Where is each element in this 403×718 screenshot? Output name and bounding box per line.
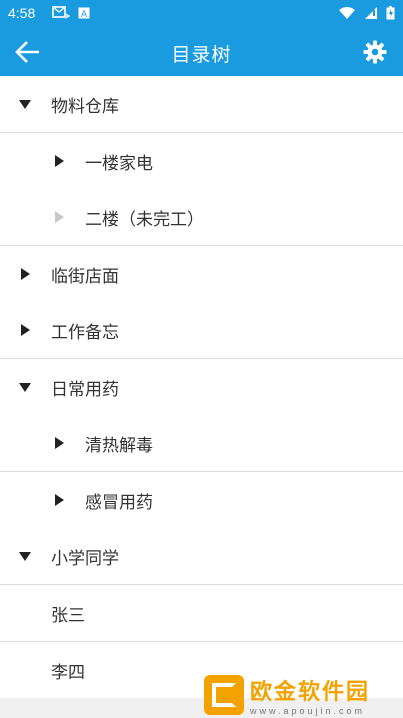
tree-node-daily-medicine[interactable]: 日常用药 (0, 358, 403, 415)
tree-node-label: 物料仓库 (51, 96, 119, 117)
tree-node-classmates[interactable]: 小学同学 (0, 528, 403, 584)
triangle-down-icon[interactable] (19, 550, 31, 562)
tree-node-material-warehouse[interactable]: 物料仓库 (0, 76, 403, 132)
tree-node-cold-medicine[interactable]: 感冒用药 (0, 471, 403, 528)
triangle-right-icon[interactable] (53, 494, 65, 506)
status-time: 4:58 (8, 5, 36, 21)
tree-node-work-memo[interactable]: 工作备忘 (0, 302, 403, 358)
tree-node-label: 小学同学 (51, 548, 119, 569)
watermark-logo-icon (204, 674, 244, 715)
message-forward-icon (52, 6, 70, 19)
watermark-title: 欧金软件园 (250, 679, 371, 705)
tree-node-street-shop[interactable]: 临街店面 (0, 245, 403, 302)
gear-icon[interactable] (363, 40, 387, 64)
tree-leaf-zhangsan[interactable]: 张三 (0, 584, 403, 641)
tree-node-first-floor-appliances[interactable]: 一楼家电 (0, 132, 403, 189)
tree-node-label: 日常用药 (51, 379, 119, 400)
signal-icon (365, 7, 377, 19)
watermark: 欧金软件园 www.apoujin.com (204, 671, 401, 718)
watermark-text: 欧金软件园 www.apoujin.com (250, 674, 370, 716)
triangle-right-icon[interactable] (19, 268, 31, 280)
tree-node-label: 二楼（未完工） (85, 209, 204, 230)
tree-node-label: 一楼家电 (85, 153, 153, 174)
tree-leaf-label: 李四 (51, 662, 85, 683)
wifi-icon (339, 7, 355, 19)
tree-node-heat-clearing[interactable]: 清热解毒 (0, 415, 403, 471)
battery-icon (386, 6, 395, 20)
status-right-icons (338, 6, 395, 20)
triangle-right-icon[interactable] (53, 155, 65, 167)
tree-list: 物料仓库 一楼家电 二楼（未完工） 临街店面 工作备忘 日常用药 清热解毒 感冒… (0, 76, 403, 698)
triangle-down-icon[interactable] (19, 98, 31, 110)
tree-node-label: 临街店面 (51, 266, 119, 287)
tree-node-label: 清热解毒 (85, 435, 153, 456)
triangle-right-icon[interactable] (19, 324, 31, 336)
tree-leaf-label: 张三 (51, 605, 85, 626)
triangle-right-icon[interactable] (53, 211, 65, 223)
app-notification-icon: A (78, 7, 90, 19)
tree-node-label: 感冒用药 (85, 492, 153, 513)
tree-node-second-floor[interactable]: 二楼（未完工） (0, 189, 403, 245)
triangle-right-icon[interactable] (53, 437, 65, 449)
app-toolbar: 目录树 (0, 28, 403, 76)
status-left-icons: A (52, 6, 90, 20)
page-title: 目录树 (171, 44, 232, 66)
tree-node-label: 工作备忘 (51, 322, 119, 343)
svg-text:A: A (81, 9, 87, 19)
triangle-down-icon[interactable] (19, 381, 31, 393)
status-bar: 4:58 A (0, 0, 403, 28)
watermark-subtitle: www.apoujin.com (250, 705, 366, 716)
